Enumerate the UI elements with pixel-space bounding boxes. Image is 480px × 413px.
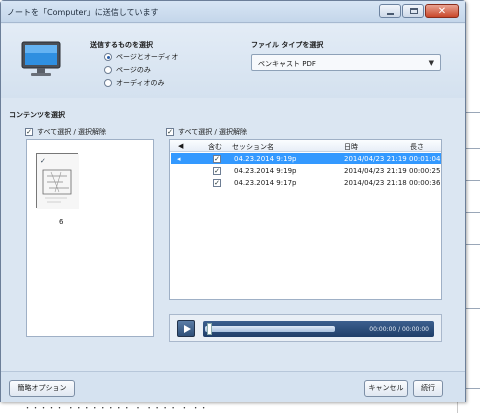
continue-button[interactable]: 続行 — [413, 380, 443, 397]
sessions-table: ◀ 含む セッション名 日時 長さ ◂ ✓ 04.23.2014 9:19p 2… — [169, 139, 442, 300]
close-button[interactable]: ✕ — [425, 4, 459, 18]
radio-button[interactable] — [104, 79, 112, 87]
cancel-button[interactable]: キャンセル — [364, 380, 408, 397]
close-icon: ✕ — [437, 6, 447, 17]
table-row[interactable]: ✓ 04.23.2014 9:17p 2014/04/23 21:18 00:0… — [171, 177, 441, 188]
file-type-value: ペンキャスト PDF — [258, 60, 316, 68]
content-heading: コンテンツを選択 — [9, 111, 65, 119]
radio-label: ページのみ — [116, 66, 151, 74]
file-type-heading: ファイル タイプを選択 — [251, 41, 324, 49]
background-text: ・・・・・ ・・・・・・・・ ・ ・・・・ ・ ・・ — [24, 404, 209, 412]
dialog-footer: 簡略オプション キャンセル 続行 — [1, 371, 465, 402]
audio-playing-icon: ◂ — [177, 155, 181, 163]
session-length: 00:01:04 — [409, 155, 441, 163]
checkbox-label: すべて選択 / 選択解除 — [37, 128, 107, 136]
session-date: 2014/04/23 21:19 — [344, 155, 407, 163]
seek-bar[interactable]: 00:00:00 / 00:00:00 — [203, 321, 434, 337]
radio-label: ページとオーディオ — [116, 53, 179, 61]
send-dialog: ノートを「Computer」に送信しています ✕ 送信するものを選択 ページとオ… — [0, 0, 466, 402]
audio-player: 00:00:00 / 00:00:00 — [169, 314, 442, 342]
radio-pages-and-audio[interactable]: ページとオーディオ — [104, 52, 178, 62]
minimize-button[interactable] — [379, 4, 401, 18]
column-date: 日時 — [344, 143, 358, 151]
table-row[interactable]: ✓ 04.23.2014 9:19p 2014/04/23 21:19 00:0… — [171, 165, 441, 176]
page-sketch-image: ✓ — [37, 154, 79, 209]
radio-button[interactable] — [104, 53, 112, 61]
window-title: ノートを「Computer」に送信しています — [7, 8, 159, 17]
session-name: 04.23.2014 9:19p — [234, 167, 297, 175]
maximize-icon — [410, 8, 418, 14]
title-bar: ノートを「Computer」に送信しています ✕ — [1, 1, 465, 23]
checkbox-label: すべて選択 / 選択解除 — [178, 128, 248, 136]
speaker-icon: ◀ — [178, 142, 184, 150]
radio-audio-only[interactable]: オーディオのみ — [104, 78, 165, 88]
column-include: 含む — [208, 143, 222, 151]
playback-time: 00:00:00 / 00:00:00 — [369, 326, 429, 333]
seek-handle[interactable] — [207, 323, 212, 335]
session-name: 04.23.2014 9:19p — [234, 155, 297, 163]
send-options-panel: 送信するものを選択 ページとオーディオ ページのみ オーディオのみ ファイル タ… — [1, 24, 465, 98]
column-session-name: セッション名 — [232, 143, 274, 151]
column-length: 長さ — [410, 143, 424, 151]
checkbox[interactable]: ✓ — [166, 128, 174, 136]
page-number: 6 — [59, 218, 64, 226]
pages-select-all[interactable]: ✓ すべて選択 / 選択解除 — [25, 127, 106, 137]
session-length: 00:00:36 — [409, 179, 441, 187]
maximize-button[interactable] — [402, 4, 424, 18]
file-type-select[interactable]: ペンキャスト PDF ▼ — [251, 54, 441, 71]
include-checkbox[interactable]: ✓ — [213, 155, 221, 163]
checkbox[interactable]: ✓ — [25, 128, 33, 136]
session-length: 00:00:25 — [409, 167, 441, 175]
include-checkbox[interactable]: ✓ — [213, 167, 221, 175]
svg-text:✓: ✓ — [40, 157, 46, 165]
computer-monitor-icon — [21, 41, 61, 76]
radio-pages-only[interactable]: ページのみ — [104, 65, 151, 75]
radio-button[interactable] — [104, 66, 112, 74]
include-checkbox[interactable]: ✓ — [213, 179, 221, 187]
send-what-heading: 送信するものを選択 — [90, 41, 153, 49]
sessions-select-all[interactable]: ✓ すべて選択 / 選択解除 — [166, 127, 247, 137]
session-name: 04.23.2014 9:17p — [234, 179, 297, 187]
page-thumbnail[interactable]: ✓ — [36, 153, 79, 209]
table-header: ◀ 含む セッション名 日時 長さ — [170, 140, 441, 152]
simple-options-button[interactable]: 簡略オプション — [9, 380, 75, 397]
radio-label: オーディオのみ — [116, 79, 165, 87]
session-date: 2014/04/23 21:19 — [344, 167, 407, 175]
session-date: 2014/04/23 21:18 — [344, 179, 407, 187]
pages-list[interactable]: ✓ 6 — [26, 139, 154, 337]
window-controls: ✕ — [379, 4, 459, 18]
minimize-icon — [387, 13, 394, 15]
dropdown-arrow-icon: ▼ — [428, 59, 434, 67]
table-row[interactable]: ◂ ✓ 04.23.2014 9:19p 2014/04/23 21:19 00… — [171, 153, 441, 164]
seek-track — [205, 326, 335, 332]
play-button[interactable] — [177, 320, 195, 337]
